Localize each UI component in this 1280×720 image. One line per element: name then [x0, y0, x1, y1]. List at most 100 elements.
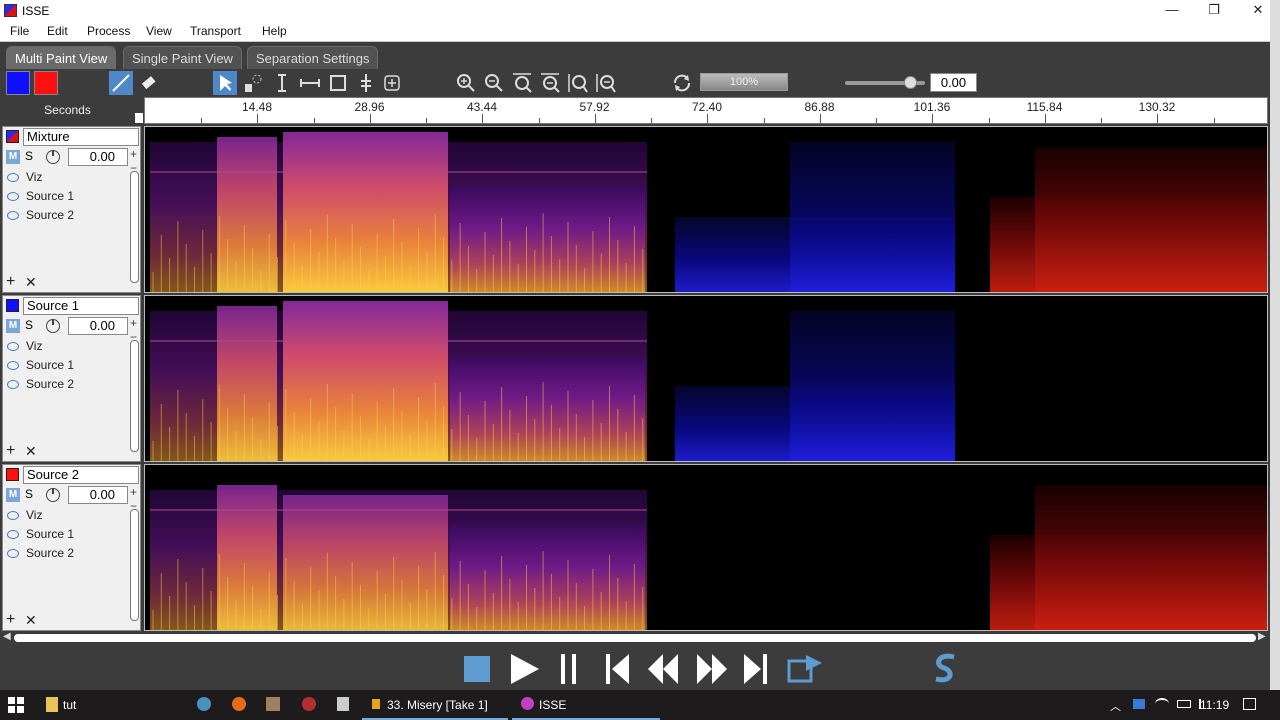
freq-select-icon[interactable]	[298, 71, 322, 95]
taskbar-item-misery[interactable]: 33. Misery [Take 1]	[387, 698, 488, 712]
add-select-icon[interactable]	[380, 71, 404, 95]
harmonic-select-icon[interactable]	[354, 71, 378, 95]
track-name-field[interactable]: Source 2	[23, 466, 139, 484]
layer-item[interactable]: Source 2	[4, 544, 128, 563]
delete-layer-icon[interactable]: ✕	[25, 612, 37, 628]
layer-item[interactable]: Source 1	[4, 187, 128, 206]
track-color-swatch[interactable]	[6, 468, 19, 481]
track-volume-input[interactable]: 0.00	[68, 486, 128, 504]
spectrogram-source-2[interactable]	[144, 464, 1268, 631]
eye-icon[interactable]	[7, 549, 19, 558]
track-name-field[interactable]: Mixture	[23, 128, 139, 146]
scroll-right-icon[interactable]: ▶	[1258, 631, 1266, 642]
layer-scrollbar[interactable]	[130, 340, 139, 452]
select-tool-icon[interactable]	[213, 71, 237, 95]
zoom-out-vertical-icon[interactable]	[538, 71, 562, 95]
mute-button[interactable]: M	[6, 319, 20, 333]
layer-item[interactable]: Viz	[4, 337, 128, 356]
app-icon-2[interactable]	[302, 697, 316, 711]
add-layer-icon[interactable]: +	[6, 274, 15, 290]
menu-view[interactable]: View	[146, 24, 172, 38]
taskbar-item-isse[interactable]: ISSE	[539, 698, 566, 712]
gain-input[interactable]: 0.00	[930, 73, 977, 92]
layer-scrollbar[interactable]	[130, 171, 139, 283]
skip-to-end-icon[interactable]	[742, 651, 770, 685]
solo-button[interactable]: S	[25, 487, 33, 501]
wifi-icon[interactable]	[1155, 698, 1169, 710]
color-blue-swatch[interactable]	[6, 71, 30, 95]
notification-icon[interactable]	[1243, 698, 1256, 710]
eye-icon[interactable]	[7, 173, 19, 182]
rewind-icon[interactable]	[646, 651, 680, 685]
taskbar-item-tut[interactable]: tut	[63, 698, 76, 712]
tab-single-paint-view[interactable]: Single Paint View	[123, 46, 242, 70]
time-ruler[interactable]: 14.48 28.96 43.44 57.92 72.40 86.88 101.36 115.…	[144, 97, 1268, 124]
windows-start-icon[interactable]	[8, 697, 24, 716]
eraser-tool-icon[interactable]	[137, 71, 161, 95]
mute-button[interactable]: M	[6, 150, 20, 164]
menu-help[interactable]: Help	[262, 24, 287, 38]
app-icon-1[interactable]	[266, 697, 280, 711]
zoom-in-vertical-icon[interactable]	[510, 71, 534, 95]
mute-button[interactable]: M	[6, 488, 20, 502]
spectrogram-mixture[interactable]	[144, 126, 1268, 293]
menu-transport[interactable]: Transport	[190, 24, 241, 38]
battery-icon[interactable]	[1177, 700, 1191, 708]
export-icon[interactable]	[786, 651, 824, 685]
box-select-icon[interactable]	[326, 71, 350, 95]
layer-item[interactable]: Source 2	[4, 206, 128, 225]
layer-item[interactable]: Source 2	[4, 375, 128, 394]
scrollbar-thumb[interactable]	[14, 634, 1256, 642]
scroll-left-icon[interactable]: ◀	[3, 631, 11, 642]
refresh-icon[interactable]	[670, 71, 694, 95]
color-red-swatch[interactable]	[34, 71, 58, 95]
layer-item[interactable]: Source 1	[4, 525, 128, 544]
delete-layer-icon[interactable]: ✕	[25, 443, 37, 459]
track-volume-input[interactable]: 0.00	[68, 317, 128, 335]
eye-icon[interactable]	[7, 530, 19, 539]
track-color-swatch[interactable]	[6, 299, 19, 312]
pan-knob-icon[interactable]	[46, 319, 60, 333]
eye-icon[interactable]	[7, 211, 19, 220]
spectrogram-source-1[interactable]	[144, 295, 1268, 462]
pan-knob-icon[interactable]	[46, 488, 60, 502]
track-volume-input[interactable]: 0.00	[68, 148, 128, 166]
track-name-field[interactable]: Source 1	[23, 297, 139, 315]
layer-item[interactable]: Viz	[4, 168, 128, 187]
menu-process[interactable]: Process	[87, 24, 130, 38]
gain-slider-knob[interactable]	[904, 76, 917, 89]
browser-icon[interactable]	[197, 697, 211, 711]
zoom-out-horizontal-icon[interactable]	[594, 71, 618, 95]
layer-scrollbar[interactable]	[130, 509, 139, 621]
stop-icon[interactable]	[462, 651, 492, 685]
play-icon[interactable]	[508, 651, 542, 685]
pause-icon[interactable]	[558, 651, 582, 685]
zoom-in-icon[interactable]	[454, 71, 478, 95]
eye-icon[interactable]	[7, 380, 19, 389]
delete-layer-icon[interactable]: ✕	[25, 274, 37, 290]
tab-separation-settings[interactable]: Separation Settings	[247, 46, 379, 70]
track-color-swatch[interactable]	[6, 130, 19, 143]
eye-icon[interactable]	[7, 361, 19, 370]
layer-item[interactable]: Viz	[4, 506, 128, 525]
layer-item[interactable]: Source 1	[4, 356, 128, 375]
app-icon-3[interactable]	[337, 697, 349, 711]
magic-select-icon[interactable]	[242, 71, 266, 95]
eye-icon[interactable]	[7, 511, 19, 520]
tab-multi-paint-view[interactable]: Multi Paint View	[6, 46, 117, 70]
skip-to-start-icon[interactable]	[603, 651, 631, 685]
firefox-icon[interactable]	[232, 697, 246, 711]
add-layer-icon[interactable]: +	[6, 443, 15, 459]
zoom-out-icon[interactable]	[482, 71, 506, 95]
zoom-level-field[interactable]: 100%	[700, 73, 788, 91]
solo-button[interactable]: S	[25, 318, 33, 332]
tray-chevron-icon[interactable]: ︿	[1110, 698, 1121, 714]
add-layer-icon[interactable]: +	[6, 612, 15, 628]
clock[interactable]: 11:19	[1200, 698, 1229, 712]
menu-file[interactable]: File	[10, 24, 29, 38]
restore-button[interactable]: ❐	[1192, 0, 1236, 22]
solo-button[interactable]: S	[25, 149, 33, 163]
fast-forward-icon[interactable]	[695, 651, 729, 685]
menu-edit[interactable]: Edit	[47, 24, 68, 38]
time-select-icon[interactable]	[270, 71, 294, 95]
